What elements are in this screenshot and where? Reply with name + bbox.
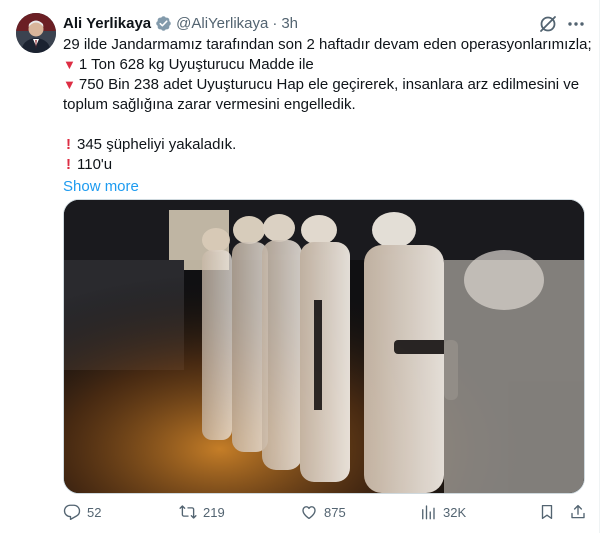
text-line: toplum sağlığına zarar vermesini engelle… [63,96,356,113]
avatar[interactable] [16,13,56,53]
repost-button[interactable]: 219 [179,503,225,521]
tweet-timestamp[interactable]: 3h [281,15,298,32]
text-line: 29 ilde Jandarmamız tarafından son 2 haf… [63,36,592,53]
reply-button[interactable]: 52 [63,503,101,521]
reply-icon [63,504,81,521]
author-name[interactable]: Ali Yerlikaya [63,15,151,32]
grok-icon[interactable] [538,14,558,34]
repost-icon [179,505,197,519]
bookmark-icon [541,504,553,520]
bookmark-button[interactable] [538,503,556,521]
action-bar: 52 219 875 32K [63,503,591,525]
video-player[interactable] [63,199,585,494]
red-triangle-icon: ▼ [63,57,76,72]
like-count: 875 [324,504,346,520]
views-button[interactable]: 32K [419,503,466,521]
text-line: ▼ 750 Bin 238 adet Uyuşturucu Hap ele geç… [63,76,580,93]
tweet-text: 29 ilde Jandarmamız tarafından son 2 haf… [63,35,592,197]
verified-badge-icon[interactable] [155,15,172,32]
red-exclamation-icon: ! [66,156,71,173]
text-line: ! 345 şüpheliyi yakaladık. [66,136,237,153]
show-more-link[interactable]: Show more [63,177,139,197]
views-icon [422,505,435,520]
reply-count: 52 [87,504,102,520]
text-line: ! 110'u [66,156,113,173]
red-exclamation-icon: ! [66,136,71,153]
tweet-header: Ali Yerlikaya @AliYerlikaya · 3h [63,13,298,33]
share-icon [571,504,585,519]
like-icon [302,506,316,520]
share-button[interactable] [569,503,587,521]
text-line: ▼ 1 Ton 628 kg Uyuşturucu Madde ile [63,56,314,73]
tweet-card[interactable]: Ali Yerlikaya @AliYerlikaya · 3h 29 ilde… [0,0,600,533]
views-count: 32K [443,504,467,520]
separator-dot: · [272,14,278,32]
author-handle[interactable]: @AliYerlikaya [176,15,268,32]
repost-count: 219 [203,504,225,520]
like-button[interactable]: 875 [300,503,346,521]
red-triangle-icon: ▼ [63,77,76,92]
more-icon[interactable] [566,14,586,34]
